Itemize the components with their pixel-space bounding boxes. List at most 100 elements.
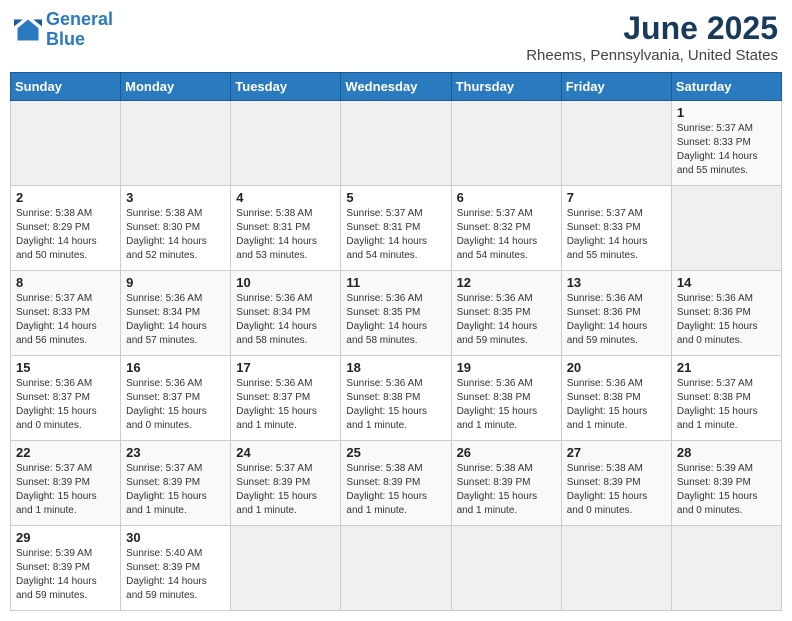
day-number: 20 — [567, 360, 666, 375]
day-number: 13 — [567, 275, 666, 290]
header: General Blue June 2025 Rheems, Pennsylva… — [10, 10, 782, 64]
day-number: 22 — [16, 445, 115, 460]
day-info: Sunrise: 5:36 AMSunset: 8:36 PMDaylight:… — [677, 293, 758, 346]
empty-cell — [231, 526, 341, 611]
day-info: Sunrise: 5:39 AMSunset: 8:39 PMDaylight:… — [16, 548, 97, 601]
day-7: 7 Sunrise: 5:37 AMSunset: 8:33 PMDaylight… — [561, 186, 671, 271]
day-info: Sunrise: 5:36 AMSunset: 8:38 PMDaylight:… — [346, 378, 427, 431]
day-info: Sunrise: 5:36 AMSunset: 8:34 PMDaylight:… — [126, 293, 207, 346]
subtitle: Rheems, Pennsylvania, United States — [526, 47, 778, 64]
day-info: Sunrise: 5:38 AMSunset: 8:29 PMDaylight:… — [16, 208, 97, 261]
day-15: 15 Sunrise: 5:36 AMSunset: 8:37 PMDayligh… — [11, 356, 121, 441]
main-title: June 2025 — [526, 10, 778, 47]
weekday-header-saturday: Saturday — [671, 73, 781, 101]
day-info: Sunrise: 5:37 AMSunset: 8:39 PMDaylight:… — [16, 463, 97, 516]
weekday-header-monday: Monday — [121, 73, 231, 101]
empty-cell — [561, 526, 671, 611]
day-info: Sunrise: 5:40 AMSunset: 8:39 PMDaylight:… — [126, 548, 207, 601]
empty-cell — [231, 101, 341, 186]
day-info: Sunrise: 5:36 AMSunset: 8:37 PMDaylight:… — [126, 378, 207, 431]
day-info: Sunrise: 5:37 AMSunset: 8:39 PMDaylight:… — [126, 463, 207, 516]
day-number: 8 — [16, 275, 115, 290]
empty-cell — [561, 101, 671, 186]
day-info: Sunrise: 5:36 AMSunset: 8:37 PMDaylight:… — [16, 378, 97, 431]
day-30: 30 Sunrise: 5:40 AMSunset: 8:39 PMDayligh… — [121, 526, 231, 611]
day-info: Sunrise: 5:37 AMSunset: 8:31 PMDaylight:… — [346, 208, 427, 261]
day-number: 4 — [236, 190, 335, 205]
day-28: 28 Sunrise: 5:39 AMSunset: 8:39 PMDayligh… — [671, 441, 781, 526]
day-number: 29 — [16, 530, 115, 545]
empty-cell — [121, 101, 231, 186]
calendar-week-6: 29 Sunrise: 5:39 AMSunset: 8:39 PMDayligh… — [11, 526, 782, 611]
day-23: 23 Sunrise: 5:37 AMSunset: 8:39 PMDayligh… — [121, 441, 231, 526]
day-number: 15 — [16, 360, 115, 375]
calendar-week-2: 2 Sunrise: 5:38 AMSunset: 8:29 PMDaylight… — [11, 186, 782, 271]
day-16: 16Sunrise: 5:36 AMSunset: 8:37 PMDayligh… — [121, 356, 231, 441]
day-info: Sunrise: 5:36 AMSunset: 8:38 PMDaylight:… — [457, 378, 538, 431]
day-info: Sunrise: 5:37 AMSunset: 8:38 PMDaylight:… — [677, 378, 758, 431]
day-20: 20 Sunrise: 5:36 AMSunset: 8:38 PMDayligh… — [561, 356, 671, 441]
day-12: 12Sunrise: 5:36 AMSunset: 8:35 PMDayligh… — [451, 271, 561, 356]
day-number: 19 — [457, 360, 556, 375]
day-info: Sunrise: 5:36 AMSunset: 8:38 PMDaylight:… — [567, 378, 648, 431]
day-10: 10Sunrise: 5:36 AMSunset: 8:34 PMDayligh… — [231, 271, 341, 356]
day-1: 1Sunrise: 5:37 AMSunset: 8:33 PMDaylight… — [671, 101, 781, 186]
day-number: 14 — [677, 275, 776, 290]
day-8: 8 Sunrise: 5:37 AMSunset: 8:33 PMDaylight… — [11, 271, 121, 356]
empty-cell — [671, 526, 781, 611]
day-number: 26 — [457, 445, 556, 460]
logo-blue: Blue — [46, 29, 85, 49]
day-number: 2 — [16, 190, 115, 205]
calendar-week-5: 22 Sunrise: 5:37 AMSunset: 8:39 PMDayligh… — [11, 441, 782, 526]
empty-cell — [11, 101, 121, 186]
day-number: 27 — [567, 445, 666, 460]
day-29: 29 Sunrise: 5:39 AMSunset: 8:39 PMDayligh… — [11, 526, 121, 611]
empty-cell — [451, 101, 561, 186]
day-number: 5 — [346, 190, 445, 205]
day-19: 19 Sunrise: 5:36 AMSunset: 8:38 PMDayligh… — [451, 356, 561, 441]
day-info: Sunrise: 5:36 AMSunset: 8:37 PMDaylight:… — [236, 378, 317, 431]
day-number: 30 — [126, 530, 225, 545]
day-info: Sunrise: 5:37 AMSunset: 8:33 PMDaylight:… — [16, 293, 97, 346]
calendar-table: SundayMondayTuesdayWednesdayThursdayFrid… — [10, 72, 782, 611]
day-info: Sunrise: 5:38 AMSunset: 8:39 PMDaylight:… — [457, 463, 538, 516]
title-area: June 2025 Rheems, Pennsylvania, United S… — [526, 10, 778, 64]
day-9: 9 Sunrise: 5:36 AMSunset: 8:34 PMDaylight… — [121, 271, 231, 356]
day-info: Sunrise: 5:38 AMSunset: 8:30 PMDaylight:… — [126, 208, 207, 261]
day-26: 26 Sunrise: 5:38 AMSunset: 8:39 PMDayligh… — [451, 441, 561, 526]
weekday-header-thursday: Thursday — [451, 73, 561, 101]
day-info: Sunrise: 5:36 AMSunset: 8:36 PMDaylight:… — [567, 293, 648, 346]
weekday-header-wednesday: Wednesday — [341, 73, 451, 101]
day-info: Sunrise: 5:36 AMSunset: 8:34 PMDaylight:… — [236, 293, 317, 346]
day-info: Sunrise: 5:39 AMSunset: 8:39 PMDaylight:… — [677, 463, 758, 516]
day-number: 25 — [346, 445, 445, 460]
day-number: 28 — [677, 445, 776, 460]
weekday-header-sunday: Sunday — [11, 73, 121, 101]
day-number: 3 — [126, 190, 225, 205]
day-number: 6 — [457, 190, 556, 205]
day-6: 6 Sunrise: 5:37 AMSunset: 8:32 PMDaylight… — [451, 186, 561, 271]
logo-icon — [14, 16, 42, 44]
empty-cell — [341, 526, 451, 611]
day-number: 23 — [126, 445, 225, 460]
day-number: 24 — [236, 445, 335, 460]
calendar-week-3: 8 Sunrise: 5:37 AMSunset: 8:33 PMDaylight… — [11, 271, 782, 356]
day-3: 3 Sunrise: 5:38 AMSunset: 8:30 PMDaylight… — [121, 186, 231, 271]
day-info: Sunrise: 5:36 AMSunset: 8:35 PMDaylight:… — [346, 293, 427, 346]
day-info: Sunrise: 5:36 AMSunset: 8:35 PMDaylight:… — [457, 293, 538, 346]
day-info: Sunrise: 5:37 AMSunset: 8:32 PMDaylight:… — [457, 208, 538, 261]
day-21: 21Sunrise: 5:37 AMSunset: 8:38 PMDayligh… — [671, 356, 781, 441]
weekday-header-friday: Friday — [561, 73, 671, 101]
day-info: Sunrise: 5:38 AMSunset: 8:39 PMDaylight:… — [567, 463, 648, 516]
day-13: 13 Sunrise: 5:36 AMSunset: 8:36 PMDayligh… — [561, 271, 671, 356]
day-info: Sunrise: 5:37 AMSunset: 8:33 PMDaylight:… — [567, 208, 648, 261]
day-27: 27 Sunrise: 5:38 AMSunset: 8:39 PMDayligh… — [561, 441, 671, 526]
day-number: 9 — [126, 275, 225, 290]
day-number: 18 — [346, 360, 445, 375]
day-11: 11Sunrise: 5:36 AMSunset: 8:35 PMDayligh… — [341, 271, 451, 356]
weekday-header-row: SundayMondayTuesdayWednesdayThursdayFrid… — [11, 73, 782, 101]
day-14: 14 Sunrise: 5:36 AMSunset: 8:36 PMDayligh… — [671, 271, 781, 356]
day-24: 24Sunrise: 5:37 AMSunset: 8:39 PMDayligh… — [231, 441, 341, 526]
day-number: 7 — [567, 190, 666, 205]
weekday-header-tuesday: Tuesday — [231, 73, 341, 101]
